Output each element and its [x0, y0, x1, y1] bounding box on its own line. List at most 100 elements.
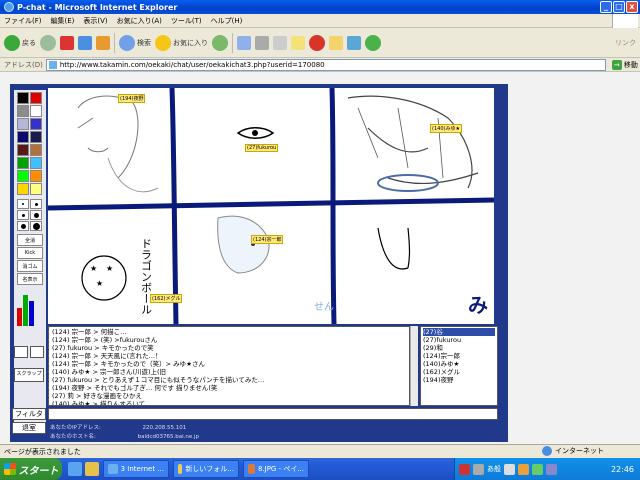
search-button[interactable]: 検索	[119, 34, 151, 51]
kick-button[interactable]: Kick	[17, 247, 43, 259]
tray-app-icon[interactable]	[504, 463, 515, 475]
tray-app-icon[interactable]	[518, 463, 529, 475]
chat-log-scrollbar[interactable]	[410, 326, 418, 406]
tool-button[interactable]	[347, 35, 361, 50]
user-list-item[interactable]: (27)谷	[423, 328, 495, 336]
tray-app-icon[interactable]	[473, 463, 484, 475]
rgb-sliders[interactable]	[14, 286, 46, 328]
menu-tools[interactable]: ツール(T)	[171, 16, 202, 26]
brush-size-5[interactable]	[17, 221, 29, 231]
window-title: P-chat - Microsoft Internet Explorer	[17, 2, 178, 12]
color-swatch[interactable]	[17, 118, 29, 130]
discuss-button[interactable]	[291, 35, 305, 50]
user-list-item[interactable]: (27)fukurou	[423, 336, 495, 344]
taskbar: スタート 3 Internet ... 新しいフォル... 8.JPG - ペイ…	[0, 458, 640, 480]
canvas-text-dragonball: ドラゴンボール	[140, 238, 153, 315]
color-swatch[interactable]	[17, 131, 29, 143]
red-slider[interactable]	[17, 308, 22, 326]
user-list-item[interactable]: (162)メグル	[423, 368, 495, 376]
research-button[interactable]	[329, 35, 343, 50]
start-button[interactable]: スタート	[0, 458, 62, 480]
refresh-button[interactable]	[78, 35, 92, 50]
scrap-button[interactable]: スクラップ	[14, 368, 44, 382]
edit-button[interactable]	[273, 35, 287, 50]
task-label: 新しいフォル...	[185, 465, 234, 473]
users-button[interactable]	[365, 34, 381, 51]
desktop-icon[interactable]	[85, 462, 99, 476]
eraser-button[interactable]: 消ゴム	[17, 260, 43, 272]
history-button[interactable]	[212, 34, 228, 51]
chat-message: (140) みゆ★ > 描りんするいて	[52, 400, 146, 406]
title-bar[interactable]: P-chat - Microsoft Internet Explorer _ □…	[0, 0, 640, 14]
color-swatch[interactable]	[30, 170, 42, 182]
messenger-button[interactable]	[309, 34, 325, 51]
color-swatch[interactable]	[30, 144, 42, 156]
color-swatch[interactable]	[30, 157, 42, 169]
menu-favorites[interactable]: お気に入り(A)	[117, 16, 162, 26]
ime-indicator[interactable]: あ般	[487, 464, 501, 474]
menu-file[interactable]: ファイル(F)	[4, 16, 42, 26]
color-swatch[interactable]	[30, 92, 42, 104]
color-swatch[interactable]	[30, 131, 42, 143]
users-icon	[365, 34, 381, 51]
brush-size-1[interactable]	[17, 199, 29, 209]
svg-text:★: ★	[106, 264, 113, 273]
mic-button[interactable]	[14, 346, 28, 358]
user-tag: (140)みゆ★	[430, 124, 462, 133]
menu-edit[interactable]: 編集(E)	[51, 16, 75, 26]
minimize-button[interactable]: _	[600, 1, 612, 13]
status-bar: ページが表示されました インターネット	[0, 444, 640, 458]
drawing-canvas[interactable]: ★ ★ ★ ドラゴンボール せん み (194)夜野 (27)fukurou (…	[48, 88, 494, 324]
menu-help[interactable]: ヘルプ(H)	[211, 16, 243, 26]
color-swatch[interactable]	[17, 157, 29, 169]
color-swatch[interactable]	[17, 170, 29, 182]
user-list-item[interactable]: (124)宗一郎	[423, 352, 495, 360]
address-input[interactable]: http://www.takamin.com/oekaki/chat/user/…	[45, 58, 606, 71]
clear-all-button[interactable]: 全消	[17, 234, 43, 246]
task-internet-explorer[interactable]: 3 Internet ...	[103, 460, 169, 478]
color-swatch[interactable]	[17, 92, 29, 104]
tray-app-icon[interactable]	[532, 463, 543, 475]
favorites-button[interactable]: お気に入り	[155, 34, 208, 51]
back-label: 戻る	[22, 38, 36, 47]
brush-size-2[interactable]	[30, 199, 42, 209]
links-button[interactable]: リンク	[615, 38, 636, 48]
mail-toggle-button[interactable]	[30, 346, 44, 358]
show-names-button[interactable]: 名表示	[17, 273, 43, 285]
color-swatch[interactable]	[30, 105, 42, 117]
stop-button[interactable]	[60, 35, 74, 50]
back-button[interactable]: 戻る	[4, 34, 36, 51]
user-list-item[interactable]: (140)みゆ★	[423, 360, 495, 368]
blue-slider[interactable]	[29, 301, 34, 326]
print-button[interactable]	[255, 35, 269, 50]
chat-input[interactable]	[48, 408, 498, 420]
color-swatch[interactable]	[17, 144, 29, 156]
filter-button[interactable]: フィルタ	[12, 408, 46, 420]
toolbar-separator	[114, 32, 115, 53]
menu-view[interactable]: 表示(V)	[83, 16, 107, 26]
color-swatch[interactable]	[30, 183, 42, 195]
tray-app-icon[interactable]	[546, 463, 557, 475]
green-slider[interactable]	[23, 295, 28, 326]
brush-size-3[interactable]	[17, 210, 29, 220]
close-button[interactable]: x	[626, 1, 638, 13]
tray-app-icon[interactable]	[459, 463, 470, 475]
mail-button[interactable]	[237, 35, 251, 50]
brush-size-4[interactable]	[30, 210, 42, 220]
forward-button[interactable]	[40, 34, 56, 51]
go-button[interactable]: → 移動	[611, 59, 638, 70]
stop-icon	[60, 35, 74, 50]
maximize-button[interactable]: □	[613, 1, 625, 13]
color-swatch[interactable]	[30, 118, 42, 130]
ie-launch-icon[interactable]	[68, 462, 82, 476]
task-paint[interactable]: 8.JPG - ペイ...	[243, 460, 309, 478]
color-swatch[interactable]	[17, 183, 29, 195]
home-button[interactable]	[96, 35, 110, 50]
address-url: http://www.takamin.com/oekaki/chat/user/…	[59, 60, 325, 69]
leave-button[interactable]: 退室	[12, 422, 46, 434]
color-swatch[interactable]	[17, 105, 29, 117]
task-new-folder[interactable]: 新しいフォル...	[173, 460, 239, 478]
user-list-item[interactable]: (194)夜野	[423, 376, 495, 384]
brush-size-6[interactable]	[30, 221, 42, 231]
user-list-item[interactable]: (29)和	[423, 344, 495, 352]
